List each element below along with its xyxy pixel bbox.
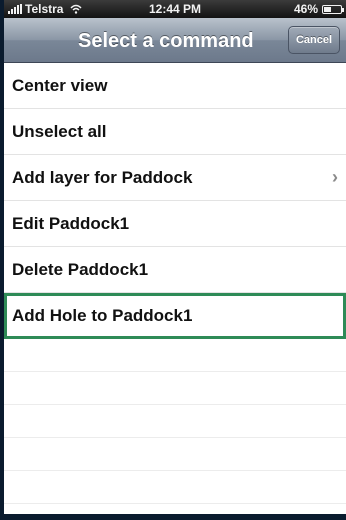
empty-row xyxy=(4,438,346,471)
empty-row xyxy=(4,339,346,372)
battery-percentage: 46% xyxy=(293,2,318,16)
page-title: Select a command xyxy=(78,30,254,52)
command-label: Delete Paddock1 xyxy=(12,260,149,279)
screenshot-frame: Telstra 12:44 PM 46% Select a command Ca… xyxy=(0,0,346,520)
command-label: Add Hole to Paddock1 xyxy=(12,306,193,325)
command-unselect-all[interactable]: Unselect all xyxy=(4,109,346,155)
command-add-hole[interactable]: Add Hole to Paddock1 xyxy=(4,293,346,339)
battery-nub xyxy=(342,7,344,12)
status-bar: Telstra 12:44 PM 46% xyxy=(4,0,346,18)
cancel-button[interactable]: Cancel xyxy=(288,26,340,54)
command-label: Unselect all xyxy=(12,122,107,141)
command-label: Edit Paddock1 xyxy=(12,214,130,233)
empty-row xyxy=(4,504,346,514)
battery-fill xyxy=(324,6,331,12)
command-edit-paddock[interactable]: Edit Paddock1 xyxy=(4,201,346,247)
empty-row xyxy=(4,471,346,504)
chevron-right-icon: › xyxy=(332,167,338,187)
empty-row xyxy=(4,405,346,438)
navigation-bar: Select a command Cancel xyxy=(4,18,346,63)
command-list: Center view Unselect all Add layer for P… xyxy=(4,63,346,514)
phone-screen: Telstra 12:44 PM 46% Select a command Ca… xyxy=(4,0,346,514)
command-center-view[interactable]: Center view xyxy=(4,63,346,109)
status-right: 46% xyxy=(293,2,344,16)
command-add-layer[interactable]: Add layer for Paddock › xyxy=(4,155,346,201)
empty-row xyxy=(4,372,346,405)
command-label: Add layer for Paddock xyxy=(12,168,193,187)
command-label: Center view xyxy=(12,76,108,95)
battery-icon xyxy=(322,4,344,14)
command-delete-paddock[interactable]: Delete Paddock1 xyxy=(4,247,346,293)
